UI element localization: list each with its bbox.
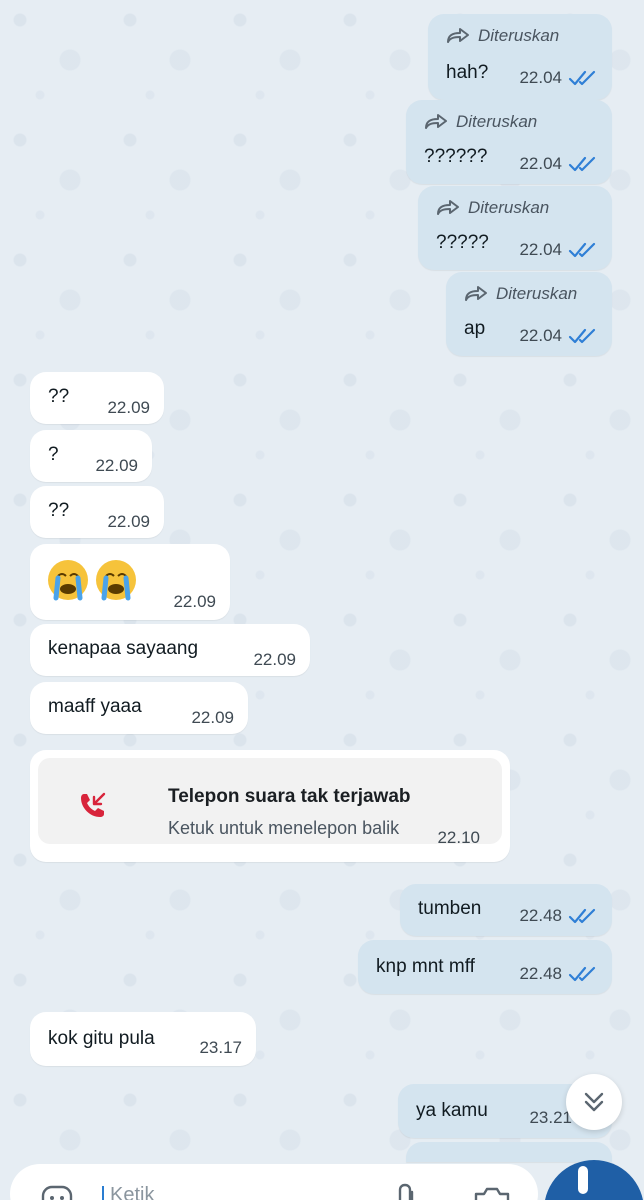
message-time: 23.17	[199, 1038, 242, 1057]
message-time: 22.09	[107, 512, 150, 531]
message-meta: 23.17	[199, 1038, 242, 1058]
attach-icon[interactable]	[394, 1182, 420, 1200]
forward-arrow-icon	[425, 114, 447, 129]
message-time: 22.04	[519, 68, 562, 87]
missed-call-inner: Telepon suara tak terjawab Ketuk untuk m…	[38, 758, 502, 847]
double-check-icon	[568, 328, 596, 344]
message-time: 22.09	[95, 456, 138, 475]
missed-call-subtitle: Ketuk untuk menelepon balik	[168, 818, 400, 838]
forward-arrow-icon	[437, 200, 459, 215]
message-time: 22.04	[519, 326, 562, 345]
message-bubble-in[interactable]: ?? 22.09	[30, 486, 164, 538]
message-meta: 22.09	[173, 592, 216, 612]
message-text: ??	[48, 386, 70, 407]
message-meta: 22.09	[191, 708, 234, 728]
emoji-message: 😭😭	[46, 558, 138, 608]
message-meta: 22.48	[519, 964, 598, 984]
message-text: ??????	[424, 146, 488, 167]
double-check-icon	[568, 70, 596, 86]
message-time: 22.09	[173, 592, 216, 611]
message-meta: 23.21	[529, 1108, 572, 1128]
message-time: 22.04	[519, 240, 562, 259]
message-bubble-in[interactable]: 😭😭 22.09	[30, 544, 230, 620]
message-meta: 22.04	[519, 154, 598, 174]
message-bubble-in[interactable]: kok gitu pula 23.17	[30, 1012, 256, 1066]
message-meta: 22.09	[253, 650, 296, 670]
double-check-icon	[568, 156, 596, 172]
message-bubble-in[interactable]: maaff yaaa 22.09	[30, 682, 248, 734]
forwarded-label: Diteruskan	[424, 112, 537, 132]
message-text: kenapaa sayaang	[48, 638, 199, 659]
chevron-double-down-icon	[584, 1092, 604, 1112]
message-meta: 22.09	[107, 512, 150, 532]
forward-arrow-icon	[447, 28, 469, 43]
message-meta: 22.09	[95, 456, 138, 476]
crying-face-emoji	[46, 558, 90, 608]
double-check-icon	[568, 242, 596, 258]
crying-face-emoji	[94, 558, 138, 608]
message-bubble-in[interactable]: ?? 22.09	[30, 372, 164, 424]
forward-arrow-icon	[465, 286, 487, 301]
missed-call-title: Telepon suara tak terjawab	[168, 786, 411, 807]
forwarded-label: Diteruskan	[446, 26, 559, 46]
message-time: 22.09	[253, 650, 296, 669]
missed-call-card[interactable]: Telepon suara tak terjawab Ketuk untuk m…	[30, 750, 510, 862]
message-time: 22.48	[519, 906, 562, 925]
text-cursor	[102, 1186, 104, 1200]
message-bubble-in[interactable]: ? 22.09	[30, 430, 152, 482]
message-time: 22.09	[107, 398, 150, 417]
message-composer[interactable]: Ketik	[10, 1164, 538, 1200]
message-bubble-out[interactable]: Diteruskan ap 22.04	[446, 272, 612, 356]
message-bubble-out	[406, 1142, 612, 1162]
double-check-icon	[568, 966, 596, 982]
message-meta: 22.09	[107, 398, 150, 418]
message-text: maaff yaaa	[48, 696, 142, 717]
message-bubble-out[interactable]: tumben 22.48	[400, 884, 612, 936]
message-text: ap	[464, 318, 486, 339]
message-time: 22.09	[191, 708, 234, 727]
message-time: 22.04	[519, 154, 562, 173]
message-bubble-in[interactable]: kenapaa sayaang 22.09	[30, 624, 310, 676]
forwarded-label: Diteruskan	[464, 284, 577, 304]
missed-call-icon	[81, 792, 106, 817]
message-bubble-out[interactable]: Diteruskan ?????? 22.04	[406, 100, 612, 184]
message-text: ?????	[436, 232, 489, 253]
mic-icon	[578, 1166, 588, 1194]
message-text: knp mnt mff	[376, 956, 475, 977]
scroll-to-bottom-button[interactable]	[566, 1074, 622, 1130]
message-text: tumben	[418, 898, 482, 919]
message-meta: 22.04	[519, 240, 598, 260]
message-time: 23.21	[529, 1108, 572, 1127]
camera-icon[interactable]	[472, 1184, 512, 1200]
message-text: kok gitu pula	[48, 1028, 155, 1049]
message-text: ?	[48, 444, 59, 465]
message-meta: 22.04	[519, 68, 598, 88]
message-bubble-out[interactable]: Diteruskan hah? 22.04	[428, 14, 612, 100]
message-text: hah?	[446, 62, 489, 83]
double-check-icon	[568, 908, 596, 924]
message-text: ya kamu	[416, 1100, 488, 1121]
emoji-icon[interactable]	[40, 1184, 74, 1200]
message-text: ??	[48, 500, 70, 521]
message-bubble-out[interactable]: Diteruskan ????? 22.04	[418, 186, 612, 270]
message-meta: 22.04	[519, 326, 598, 346]
missed-call-time: 22.10	[437, 828, 480, 847]
message-input[interactable]: Ketik	[110, 1184, 154, 1200]
forwarded-label: Diteruskan	[436, 198, 549, 218]
message-bubble-out[interactable]: knp mnt mff 22.48	[358, 940, 612, 994]
message-time: 22.48	[519, 964, 562, 983]
message-meta: 22.48	[519, 906, 598, 926]
